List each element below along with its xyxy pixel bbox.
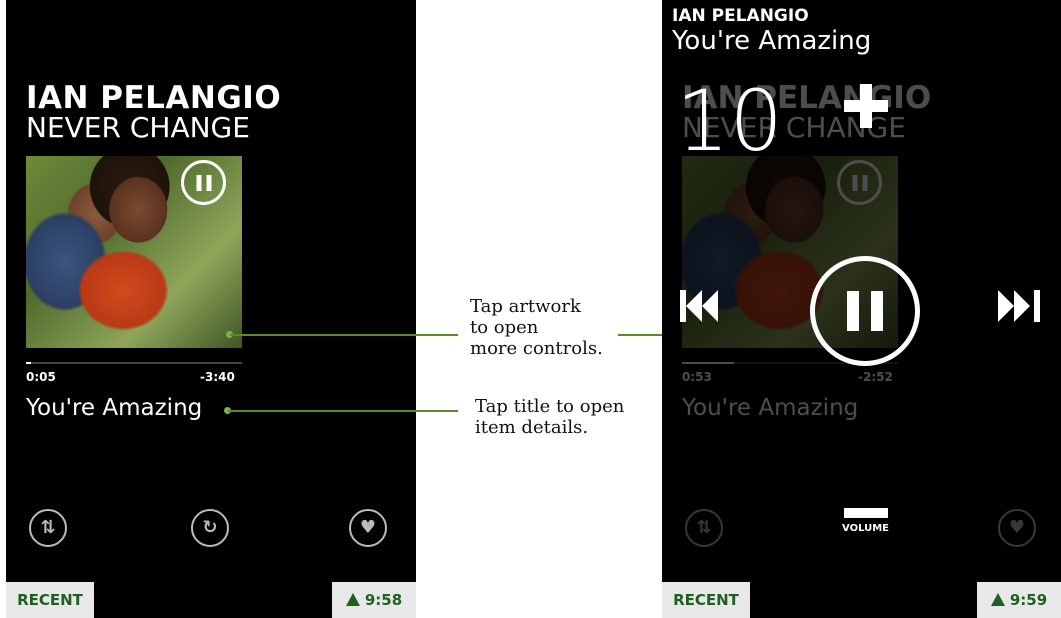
recent-button[interactable]: RECENT: [662, 582, 750, 618]
song-title[interactable]: You're Amazing: [26, 395, 202, 421]
bg-pause-button: [837, 160, 882, 205]
right-player-screen: IAN PELANGIO You're Amazing IAN PELANGIO…: [662, 0, 1061, 618]
signal-icon: [990, 593, 1005, 606]
remaining-time: -3:40: [200, 370, 235, 384]
heart-icon[interactable]: ♥: [349, 509, 387, 547]
volume-up-button[interactable]: [844, 84, 888, 128]
play-pause-button[interactable]: [810, 256, 920, 366]
previous-button[interactable]: [680, 290, 718, 322]
pause-button-small[interactable]: [181, 160, 226, 205]
artwork-callout-line-right: [618, 334, 662, 336]
heart-icon: ♥: [998, 509, 1036, 547]
pause-icon: [847, 291, 883, 331]
bg-song-title: You're Amazing: [682, 395, 859, 421]
previous-icon: [680, 290, 718, 322]
clock-time: 9:59: [1009, 591, 1048, 609]
bg-elapsed-time: 0:53: [682, 370, 712, 384]
left-player-screen: IAN PELANGIO NEVER CHANGE 0:05 -3:40 You…: [6, 0, 416, 618]
title-callout-text: Tap title to open item details.: [475, 396, 625, 438]
repeat-icon[interactable]: ↻: [191, 509, 229, 547]
pause-icon: [196, 174, 211, 191]
clock-time: 9:58: [364, 591, 403, 609]
elapsed-time: 0:05: [26, 370, 56, 384]
pause-icon: [852, 174, 867, 191]
album-name: NEVER CHANGE: [26, 111, 250, 144]
progress-fill: [26, 362, 32, 364]
artwork-callout-text: Tap artwork to open more controls.: [470, 296, 603, 359]
header-song-title: You're Amazing: [672, 26, 872, 56]
status-clock: 9:59: [977, 582, 1061, 618]
bg-progress-fill: [682, 362, 734, 364]
volume-down-button[interactable]: [844, 508, 888, 518]
bg-remaining-time: -2:52: [858, 370, 893, 384]
volume-value: 10: [676, 72, 783, 170]
progress-bar[interactable]: [26, 362, 242, 364]
header-artist: IAN PELANGIO: [672, 6, 809, 26]
signal-icon: [345, 593, 360, 606]
shuffle-icon: ⇅: [685, 509, 723, 547]
title-callout-line: [228, 410, 458, 412]
shuffle-icon[interactable]: ⇅: [29, 509, 67, 547]
next-icon: [998, 290, 1040, 322]
recent-button[interactable]: RECENT: [6, 582, 94, 618]
status-clock: 9:58: [332, 582, 416, 618]
artwork-callout-line: [230, 334, 458, 336]
volume-label: VOLUME: [842, 523, 889, 534]
next-button[interactable]: [998, 290, 1040, 322]
album-artwork[interactable]: [26, 156, 242, 348]
